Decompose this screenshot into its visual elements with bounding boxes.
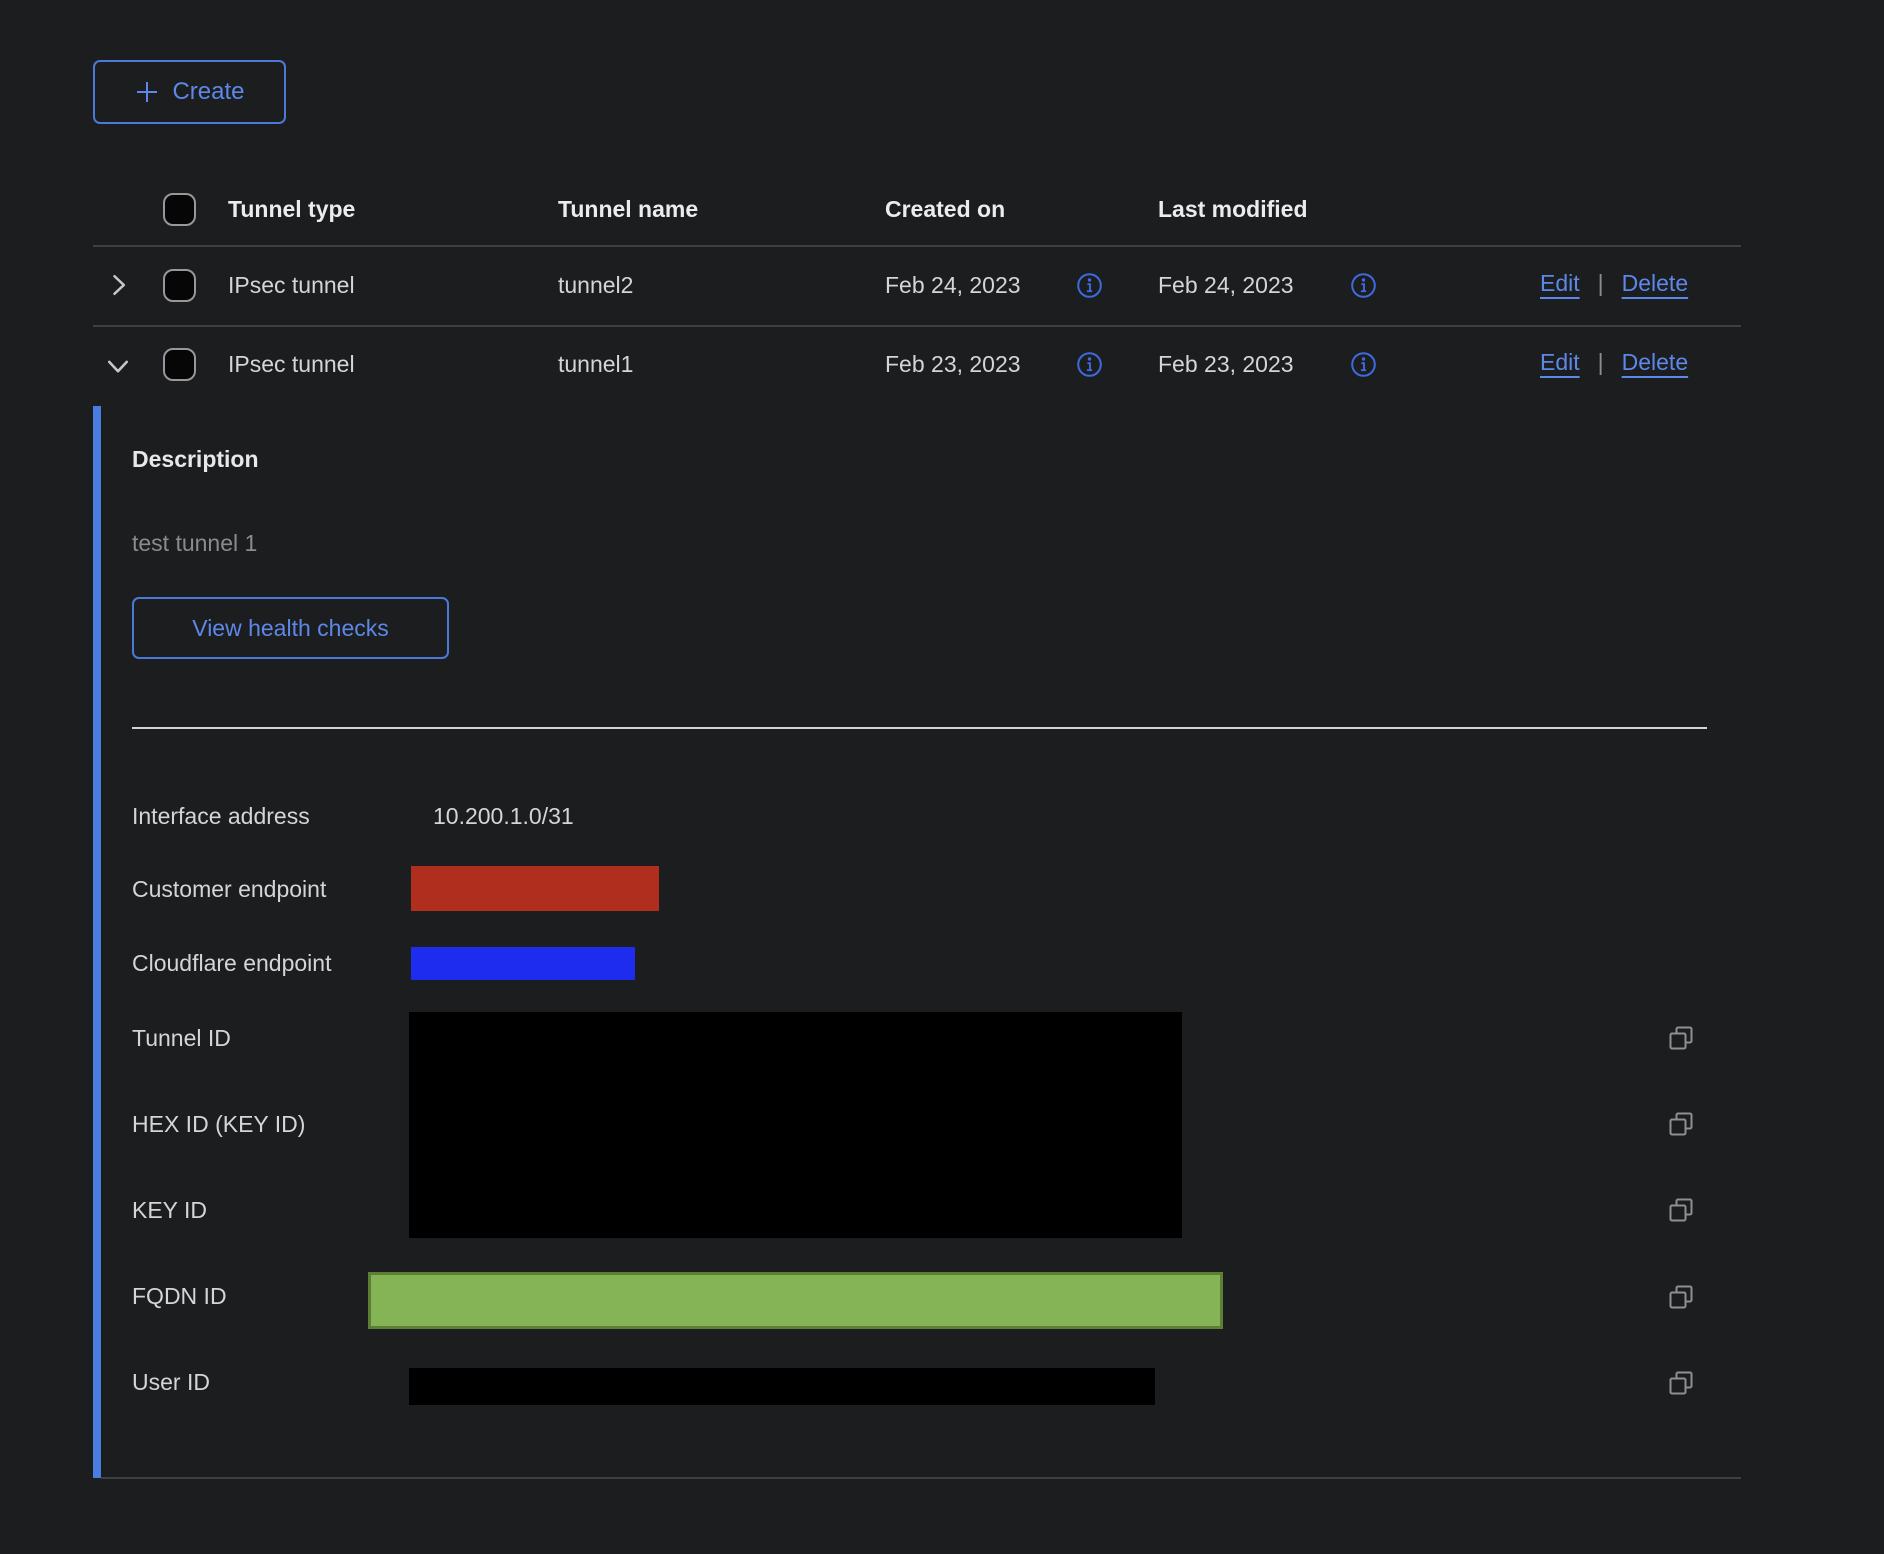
- create-button[interactable]: Create: [93, 60, 286, 124]
- copy-icon: [1666, 1213, 1696, 1228]
- description-label: Description: [132, 446, 259, 473]
- chevron-right-icon: [104, 287, 132, 302]
- row-divider: [93, 325, 1741, 327]
- row-checkbox[interactable]: [163, 269, 196, 302]
- copy-key-id-button[interactable]: [1666, 1195, 1696, 1225]
- info-icon[interactable]: [1076, 351, 1103, 378]
- cloudflare-endpoint-redacted-value: [411, 947, 635, 980]
- tunnel-id-label: Tunnel ID: [132, 1025, 231, 1052]
- created-on-cell: Feb 23, 2023: [885, 351, 1021, 378]
- delete-link[interactable]: Delete: [1622, 349, 1688, 376]
- column-header-last-modified: Last modified: [1158, 196, 1308, 223]
- fqdn-id-redacted-value: [368, 1272, 1223, 1329]
- info-icon[interactable]: [1076, 272, 1103, 299]
- copy-fqdn-id-button[interactable]: [1666, 1282, 1696, 1312]
- info-icon[interactable]: [1350, 351, 1377, 378]
- cloudflare-endpoint-label: Cloudflare endpoint: [132, 950, 331, 977]
- user-id-redacted-value: [409, 1368, 1155, 1405]
- edit-link[interactable]: Edit: [1540, 270, 1580, 297]
- actions-separator: |: [1598, 349, 1604, 376]
- actions-separator: |: [1598, 270, 1604, 297]
- view-health-checks-button[interactable]: View health checks: [132, 597, 449, 659]
- column-header-tunnel-name: Tunnel name: [558, 196, 698, 223]
- select-all-checkbox[interactable]: [163, 193, 196, 226]
- create-button-label: Create: [172, 78, 244, 106]
- delete-link[interactable]: Delete: [1622, 270, 1688, 297]
- ids-redacted-values: [409, 1012, 1182, 1238]
- expanded-panel-bottom-divider: [101, 1477, 1741, 1479]
- row-checkbox[interactable]: [163, 348, 196, 381]
- chevron-down-icon: [104, 368, 132, 383]
- copy-icon: [1666, 1127, 1696, 1142]
- key-id-label: KEY ID: [132, 1197, 207, 1224]
- fqdn-id-label: FQDN ID: [132, 1283, 227, 1310]
- copy-user-id-button[interactable]: [1666, 1368, 1696, 1398]
- expand-row-button[interactable]: [104, 271, 132, 299]
- plus-icon: [134, 79, 160, 105]
- row-actions: Edit | Delete: [1540, 349, 1688, 376]
- copy-icon: [1666, 1386, 1696, 1401]
- customer-endpoint-redacted-value: [411, 866, 659, 911]
- last-modified-cell: Feb 24, 2023: [1158, 272, 1294, 299]
- header-divider: [93, 245, 1741, 247]
- created-on-cell: Feb 24, 2023: [885, 272, 1021, 299]
- description-value: test tunnel 1: [132, 530, 257, 557]
- tunnel-name-cell: tunnel2: [558, 272, 633, 299]
- interface-address-label: Interface address: [132, 803, 310, 830]
- tunnel-name-cell: tunnel1: [558, 351, 633, 378]
- column-header-tunnel-type: Tunnel type: [228, 196, 355, 223]
- interface-address-value: 10.200.1.0/31: [433, 803, 574, 830]
- collapse-row-button[interactable]: [104, 352, 132, 380]
- customer-endpoint-label: Customer endpoint: [132, 876, 326, 903]
- view-health-checks-label: View health checks: [192, 615, 388, 642]
- copy-hex-id-button[interactable]: [1666, 1109, 1696, 1139]
- column-header-created-on: Created on: [885, 196, 1005, 223]
- hex-id-label: HEX ID (KEY ID): [132, 1111, 305, 1138]
- edit-link[interactable]: Edit: [1540, 349, 1580, 376]
- row-actions: Edit | Delete: [1540, 270, 1688, 297]
- tunnels-page: Create Tunnel type Tunnel name Created o…: [0, 0, 1884, 1554]
- user-id-label: User ID: [132, 1369, 210, 1396]
- section-divider: [132, 727, 1707, 729]
- expanded-row-accent-bar: [93, 406, 101, 1478]
- copy-icon: [1666, 1300, 1696, 1315]
- tunnel-type-cell: IPsec tunnel: [228, 272, 355, 299]
- copy-tunnel-id-button[interactable]: [1666, 1023, 1696, 1053]
- copy-icon: [1666, 1041, 1696, 1056]
- info-icon[interactable]: [1350, 272, 1377, 299]
- tunnel-type-cell: IPsec tunnel: [228, 351, 355, 378]
- last-modified-cell: Feb 23, 2023: [1158, 351, 1294, 378]
